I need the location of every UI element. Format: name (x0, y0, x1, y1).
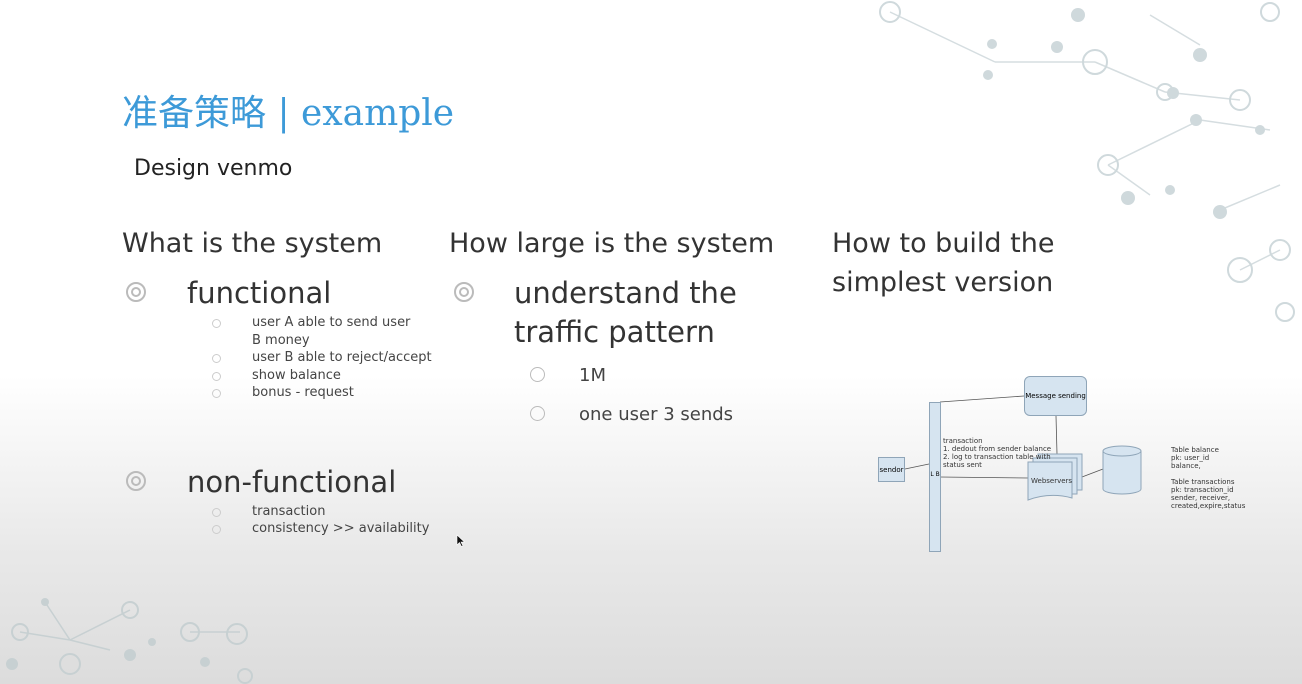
sender-box: sendor (878, 457, 905, 482)
schema-line: Table transactions (1171, 478, 1235, 486)
diagram-connectors (904, 395, 1142, 501)
schema-line: pk: transaction_id (1171, 486, 1234, 494)
mouse-cursor-icon (456, 534, 466, 547)
note-line: 2. log to transaction table with (943, 453, 1051, 461)
note-line: 1. dedout from sender balance (943, 445, 1052, 453)
schema-line: Table balance (1171, 446, 1219, 454)
note-line: transaction (943, 437, 983, 445)
transaction-note: transaction 1. dedout from sender balanc… (943, 437, 1051, 469)
message-sending-box: Message sending (1024, 376, 1087, 416)
note-line: status sent (943, 461, 982, 469)
database-icon (1102, 445, 1142, 495)
table-schema: Table balance pk: user_id balance, Table… (1171, 446, 1245, 510)
schema-line: created,expire,status (1171, 502, 1246, 510)
webservers-label: Webservers (1031, 477, 1073, 485)
schema-line (1171, 470, 1245, 478)
schema-line: balance, (1171, 462, 1201, 470)
load-balancer: L B (929, 402, 941, 552)
schema-line: sender, receiver, (1171, 494, 1231, 502)
schema-line: pk: user_id (1171, 454, 1210, 462)
